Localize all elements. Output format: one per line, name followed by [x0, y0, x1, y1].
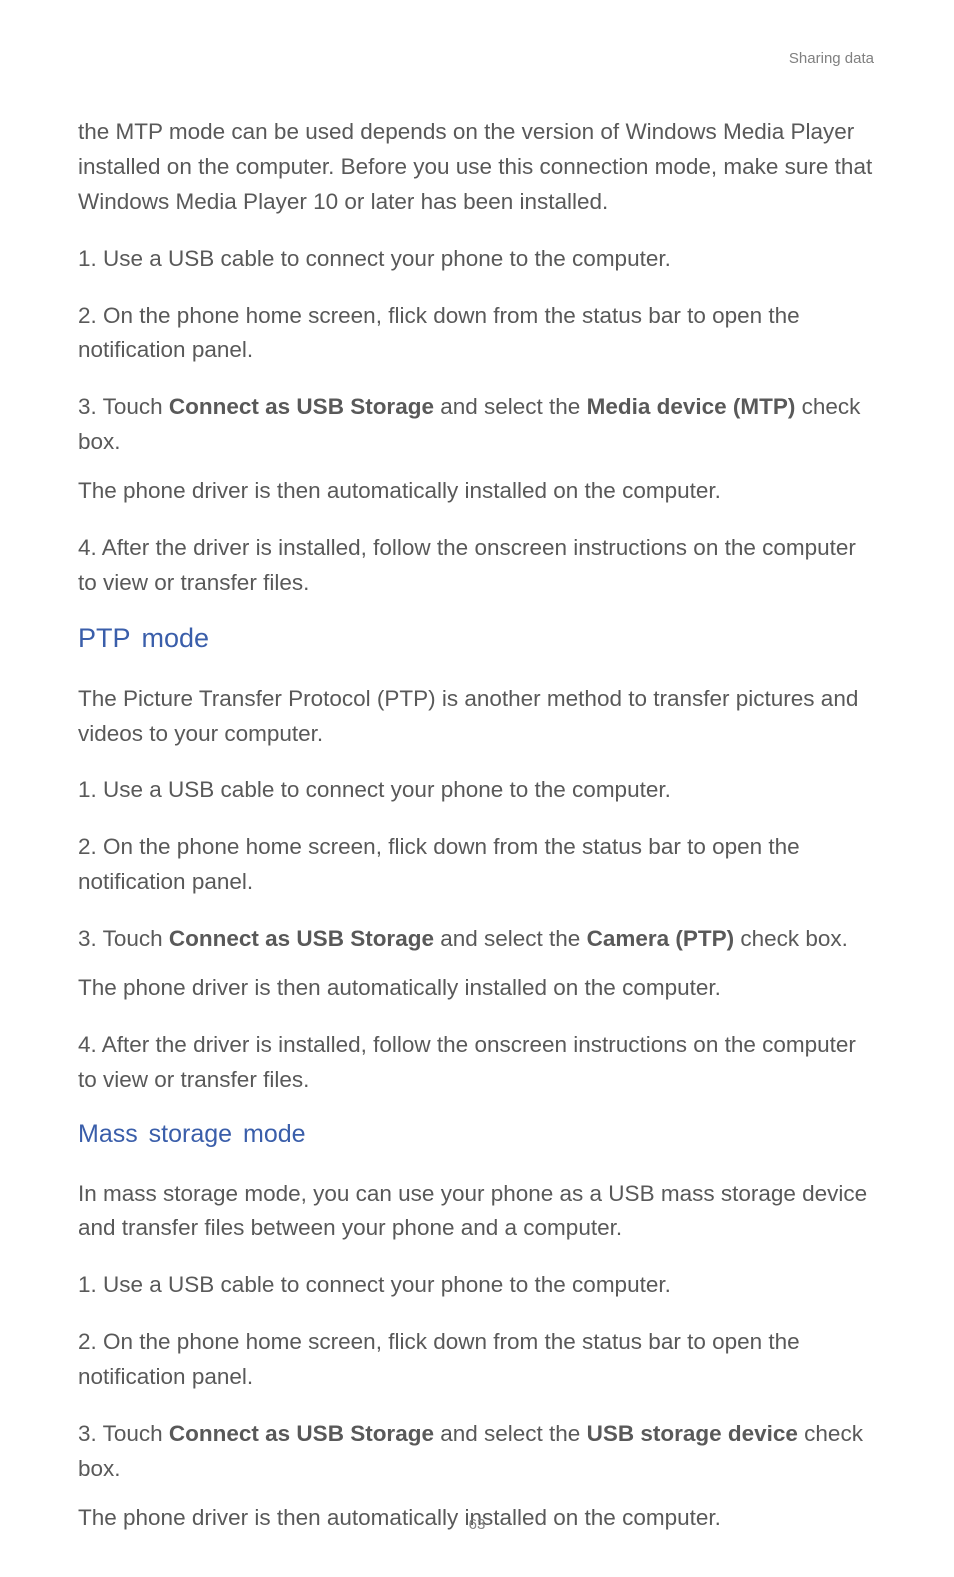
bold-run: Connect as USB Storage — [169, 394, 434, 419]
bold-run: Connect as USB Storage — [169, 1421, 434, 1446]
list-item: 3. Touch Connect as USB Storage and sele… — [78, 390, 876, 509]
ptp-steps-list: 1. Use a USB cable to connect your phone… — [78, 773, 876, 1097]
step-text: 1. Use a USB cable to connect your phone… — [78, 242, 876, 277]
section-heading-mass-storage: Mass storage mode — [78, 1120, 876, 1149]
text-run: and select the — [434, 926, 587, 951]
list-item: 2. On the phone home screen, flick down … — [78, 299, 876, 369]
step-number: 3. — [78, 926, 103, 951]
list-item: 3. Touch Connect as USB Storage and sele… — [78, 922, 876, 1006]
step-text: 4. After the driver is installed, follow… — [78, 1028, 876, 1098]
list-item: 4. After the driver is installed, follow… — [78, 1028, 876, 1098]
list-item: 2. On the phone home screen, flick down … — [78, 830, 876, 900]
step-text: 2. On the phone home screen, flick down … — [78, 830, 876, 900]
list-item: 4. After the driver is installed, follow… — [78, 531, 876, 601]
step-number: 3. — [78, 394, 103, 419]
step-text: 1. Use a USB cable to connect your phone… — [78, 1268, 876, 1303]
step-text: 1. Use a USB cable to connect your phone… — [78, 773, 876, 808]
bold-run: USB storage device — [587, 1421, 798, 1446]
text-run: Touch — [103, 394, 169, 419]
step-subtext: The phone driver is then automatically i… — [78, 971, 876, 1006]
bold-run: Media device (MTP) — [587, 394, 796, 419]
document-page: Sharing data the MTP mode can be used de… — [0, 0, 954, 1536]
mtp-intro-paragraph: the MTP mode can be used depends on the … — [78, 115, 876, 220]
bold-run: Camera (PTP) — [587, 926, 735, 951]
mtp-steps-list: 1. Use a USB cable to connect your phone… — [78, 242, 876, 601]
step-text: 2. On the phone home screen, flick down … — [78, 299, 876, 369]
mass-steps-list: 1. Use a USB cable to connect your phone… — [78, 1268, 876, 1535]
text-run: check box. — [734, 926, 848, 951]
bold-run: Connect as USB Storage — [169, 926, 434, 951]
list-item: 2. On the phone home screen, flick down … — [78, 1325, 876, 1395]
section-heading-ptp: PTP mode — [78, 623, 876, 654]
step-text: 2. On the phone home screen, flick down … — [78, 1325, 876, 1395]
text-run: Touch — [103, 1421, 169, 1446]
page-header-label: Sharing data — [78, 50, 876, 67]
step-text: 3. Touch Connect as USB Storage and sele… — [78, 922, 876, 1006]
step-number: 3. — [78, 1421, 103, 1446]
list-item: 1. Use a USB cable to connect your phone… — [78, 1268, 876, 1303]
step-text: 4. After the driver is installed, follow… — [78, 531, 876, 601]
step-text: 3. Touch Connect as USB Storage and sele… — [78, 390, 876, 509]
text-run: and select the — [434, 1421, 587, 1446]
page-number: 63 — [0, 1516, 954, 1533]
text-run: and select the — [434, 394, 587, 419]
step-subtext: The phone driver is then automatically i… — [78, 474, 876, 509]
ptp-intro-paragraph: The Picture Transfer Protocol (PTP) is a… — [78, 682, 876, 752]
text-run: Touch — [103, 926, 169, 951]
list-item: 1. Use a USB cable to connect your phone… — [78, 773, 876, 808]
list-item: 1. Use a USB cable to connect your phone… — [78, 242, 876, 277]
mass-intro-paragraph: In mass storage mode, you can use your p… — [78, 1177, 876, 1247]
